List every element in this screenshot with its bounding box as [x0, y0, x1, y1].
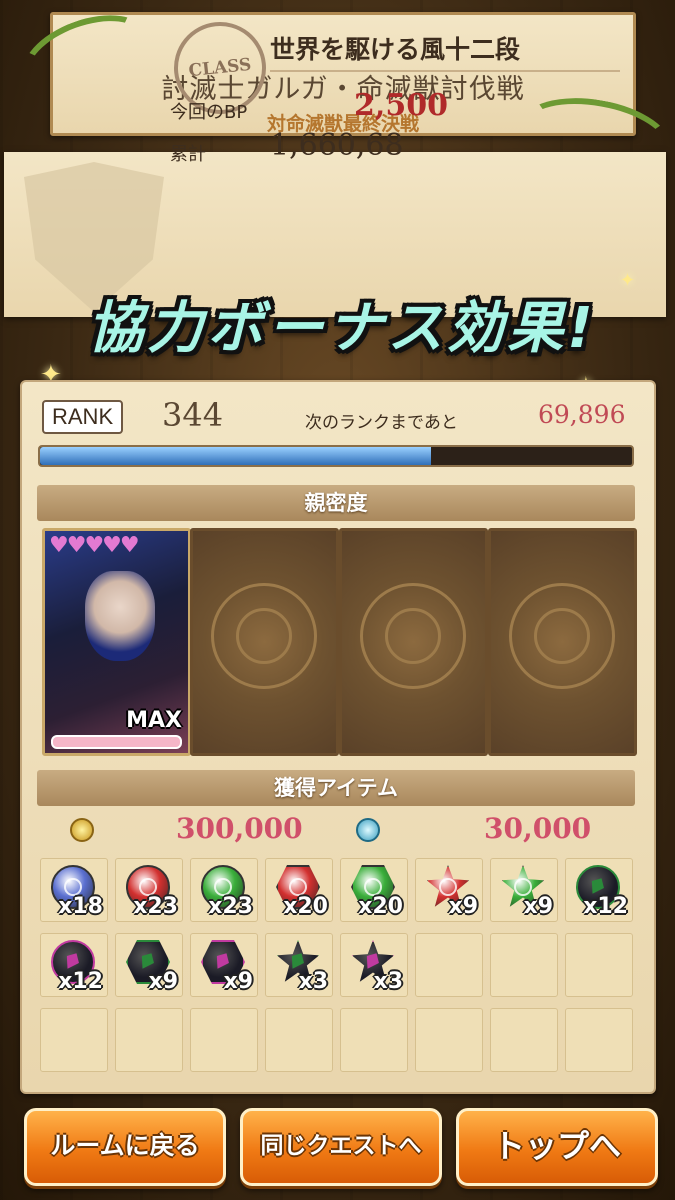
item-slot[interactable]: x9: [415, 858, 483, 922]
item-quantity: x12: [58, 969, 103, 994]
empty-item-slot: [565, 933, 633, 997]
bp-value: 2,500: [354, 88, 448, 123]
empty-card-slot: [488, 528, 637, 756]
empty-item-slot: [115, 1008, 183, 1072]
intimacy-level: MAX: [126, 708, 182, 733]
return-room-button[interactable]: ルームに戻る: [24, 1108, 226, 1186]
bp-label: 今回のBP: [170, 102, 248, 123]
empty-item-slot: [565, 1008, 633, 1072]
item-slot[interactable]: x23: [190, 858, 258, 922]
item-quantity: x20: [283, 894, 328, 919]
intimacy-gauge: [51, 735, 182, 749]
empty-item-slot: [190, 1008, 258, 1072]
emblem-icon: [360, 583, 466, 689]
rank-value: 344: [162, 396, 224, 434]
empty-card-slot: [339, 528, 488, 756]
empty-item-slot: [340, 1008, 408, 1072]
class-name: 世界を駆ける風十二段: [270, 35, 521, 64]
item-slot[interactable]: x9: [190, 933, 258, 997]
item-slot[interactable]: x3: [265, 933, 333, 997]
quest-title: 討滅士ガルガ・命滅獣討伐戦: [161, 74, 525, 105]
character-card[interactable]: ♥♥♥♥♥ MAX: [42, 528, 191, 756]
divider: [270, 70, 620, 72]
emblem-icon: [509, 583, 615, 689]
item-quantity: x9: [523, 894, 554, 919]
empty-item-slot: [415, 933, 483, 997]
item-slot[interactable]: x20: [265, 858, 333, 922]
empty-item-slot: [490, 1008, 558, 1072]
rank-progress-fill: [40, 447, 431, 465]
item-slot[interactable]: x9: [490, 858, 558, 922]
empty-card-slot: [190, 528, 339, 756]
item-slot[interactable]: x12: [40, 933, 108, 997]
next-rank-value: 69,896: [538, 400, 626, 429]
item-slot[interactable]: x23: [115, 858, 183, 922]
item-quantity: x9: [148, 969, 179, 994]
emblem-icon: [211, 583, 317, 689]
total-value: 1,660,68: [270, 128, 404, 163]
item-slot[interactable]: x18: [40, 858, 108, 922]
heart-icons: ♥♥♥♥♥: [49, 533, 140, 558]
item-slot[interactable]: x3: [340, 933, 408, 997]
item-quantity: x9: [448, 894, 479, 919]
item-quantity: x9: [223, 969, 254, 994]
rank-label: RANK: [42, 400, 124, 434]
character-portrait: [85, 571, 155, 661]
top-button[interactable]: トップへ: [456, 1108, 658, 1186]
item-quantity: x18: [58, 894, 103, 919]
item-quantity: x20: [358, 894, 403, 919]
empty-item-slot: [415, 1008, 483, 1072]
soul-value: 30,000: [484, 812, 592, 845]
sparkle-icon: ✦: [620, 270, 636, 291]
item-quantity: x3: [298, 969, 329, 994]
empty-item-slot: [490, 933, 558, 997]
item-quantity: x12: [583, 894, 628, 919]
item-slot[interactable]: x20: [340, 858, 408, 922]
gold-value: 300,000: [176, 812, 303, 845]
empty-item-slot: [40, 1008, 108, 1072]
same-quest-button[interactable]: 同じクエストへ: [240, 1108, 442, 1186]
item-quantity: x3: [373, 969, 404, 994]
item-quantity: x23: [133, 894, 178, 919]
intimacy-header: 親密度: [37, 485, 635, 521]
item-slot[interactable]: x12: [565, 858, 633, 922]
items-header: 獲得アイテム: [37, 770, 635, 806]
gold-coin-icon: [70, 818, 94, 842]
total-label: 累計: [170, 144, 206, 165]
item-slot[interactable]: x9: [115, 933, 183, 997]
soul-icon: [356, 818, 380, 842]
empty-item-slot: [265, 1008, 333, 1072]
bonus-title: 協力ボーナス効果!: [87, 296, 597, 361]
rank-progress-bar: [38, 445, 634, 467]
item-quantity: x23: [208, 894, 253, 919]
next-rank-label: 次のランクまであと: [305, 413, 458, 433]
